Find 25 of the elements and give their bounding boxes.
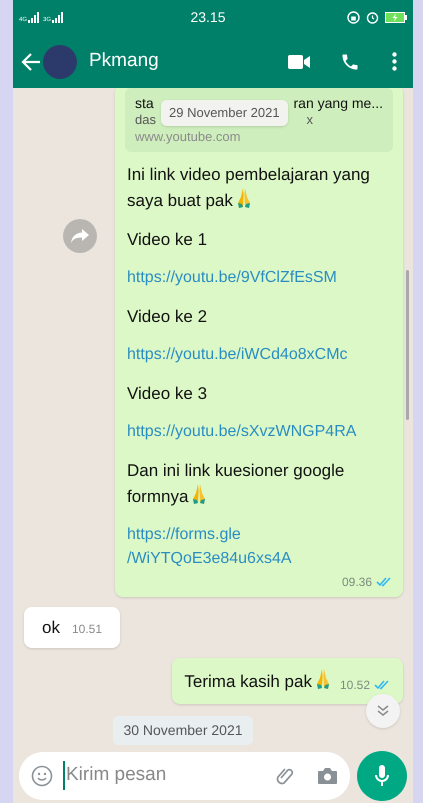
message-link[interactable]: https://youtu.be/sXvzWNGP4RA — [127, 420, 356, 444]
message-time: 10.51 — [72, 621, 102, 638]
date-chip: 30 November 2021 — [113, 716, 253, 745]
message-text: Dan ini link kuesioner google formnya — [127, 460, 346, 508]
status-time: 23.15 — [189, 8, 227, 27]
message-input[interactable]: Kirim pesan — [63, 761, 275, 790]
message-text: Video ke 3 — [127, 383, 208, 405]
preview-description: das — [135, 112, 156, 128]
message-link[interactable]: https://forms.gle/WiYTQoE3e84u6xs4A — [127, 523, 367, 571]
message-time: 10.52 — [340, 677, 370, 694]
contact-name[interactable]: Pkmang — [89, 47, 288, 76]
message-text: Video ke 1 — [127, 229, 208, 251]
message-text: Terima kasih pak — [184, 668, 332, 694]
preview-domain: www.youtube.com — [135, 128, 242, 146]
preview-description: x — [306, 112, 313, 128]
message-text: ok — [42, 617, 60, 639]
preview-title: sta — [135, 94, 154, 112]
message-text: Ini link video pembelajaran yang saya buat pak — [127, 164, 371, 212]
preview-title: ran yang me... — [294, 94, 383, 112]
message-link[interactable]: https://youtu.be/9VfClZfEsSM — [127, 266, 337, 290]
message-input-field[interactable]: Kirim pesan — [19, 752, 350, 800]
message-link[interactable]: https://youtu.be/iWCd4o8xCMc — [127, 343, 348, 367]
date-chip: 29 November 2021 — [161, 100, 288, 126]
message-text: Video ke 2 — [127, 306, 208, 328]
message-time: 09.36 — [342, 574, 372, 591]
